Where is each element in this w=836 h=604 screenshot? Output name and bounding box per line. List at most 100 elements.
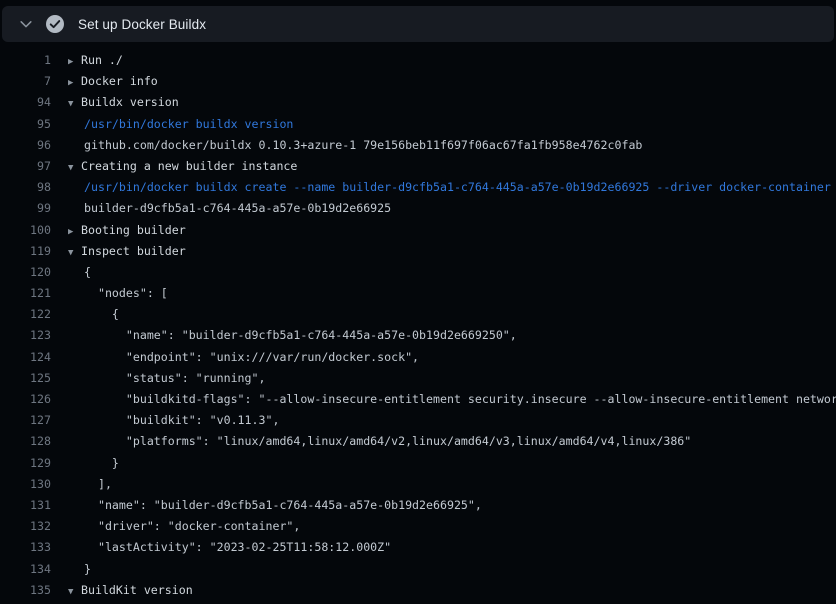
log-line: 95/usr/bin/docker buildx version: [0, 114, 836, 135]
log-line: 123 "name": "builder-d9cfb5a1-c764-445a-…: [0, 325, 836, 346]
line-number[interactable]: 135: [0, 580, 51, 601]
line-number[interactable]: 125: [0, 368, 51, 389]
log-line: 128 "platforms": "linux/amd64,linux/amd6…: [0, 431, 836, 452]
log-line-text: }: [84, 562, 91, 576]
line-number[interactable]: 98: [0, 177, 51, 198]
line-number[interactable]: 96: [0, 135, 51, 156]
log-line: 135 ▼BuildKit version: [0, 580, 836, 601]
log-line-text: "buildkit": "v0.11.3",: [84, 413, 279, 427]
line-number[interactable]: 131: [0, 495, 51, 516]
line-number[interactable]: 100: [0, 220, 51, 241]
log-line: 127 "buildkit": "v0.11.3",: [0, 410, 836, 431]
line-number[interactable]: 128: [0, 431, 51, 452]
log-line: 119 ▼Inspect builder: [0, 241, 836, 262]
log-line-text: /usr/bin/docker buildx version: [84, 117, 293, 131]
log-output-text: }: [84, 559, 91, 580]
log-group-toggle[interactable]: ▼Inspect builder: [68, 241, 186, 262]
log-output-text: ],: [84, 474, 112, 495]
log-line-text: BuildKit version: [81, 583, 193, 597]
log-line-text: "endpoint": "unix:///var/run/docker.sock…: [84, 350, 419, 364]
log-output-text: github.com/docker/buildx 0.10.3+azure-1 …: [84, 135, 642, 156]
line-number[interactable]: 132: [0, 516, 51, 537]
log-output-text: "endpoint": "unix:///var/run/docker.sock…: [84, 347, 419, 368]
log-command-text: /usr/bin/docker buildx create --name bui…: [84, 177, 831, 198]
log-line: 133 "lastActivity": "2023-02-25T11:58:12…: [0, 537, 836, 558]
line-number[interactable]: 129: [0, 453, 51, 474]
collapse-triangle-icon[interactable]: ▼: [68, 158, 81, 177]
collapse-triangle-icon[interactable]: ▼: [68, 582, 81, 601]
chevron-down-icon[interactable]: [18, 16, 34, 32]
log-line-text: {: [84, 265, 91, 279]
line-number[interactable]: 126: [0, 389, 51, 410]
log-line-text: Buildx version: [81, 95, 179, 109]
log-group-toggle[interactable]: ▶Booting builder: [68, 220, 186, 241]
log-line-text: "name": "builder-d9cfb5a1-c764-445a-a57e…: [84, 498, 482, 512]
line-number[interactable]: 133: [0, 537, 51, 558]
log-output-text: "driver": "docker-container",: [84, 516, 300, 537]
line-number[interactable]: 7: [0, 71, 51, 92]
expand-triangle-icon[interactable]: ▶: [68, 73, 81, 92]
expand-triangle-icon[interactable]: ▶: [68, 52, 81, 71]
log-output-text: "name": "builder-d9cfb5a1-c764-445a-a57e…: [84, 325, 517, 346]
log-output-text: "nodes": [: [84, 283, 168, 304]
log-output-text: {: [84, 262, 91, 283]
line-number[interactable]: 95: [0, 114, 51, 135]
log-output-text: "buildkitd-flags": "--allow-insecure-ent…: [84, 389, 836, 410]
log-output-text: "name": "builder-d9cfb5a1-c764-445a-a57e…: [84, 495, 482, 516]
line-number[interactable]: 94: [0, 92, 51, 113]
log-line-text: "lastActivity": "2023-02-25T11:58:12.000…: [84, 540, 391, 554]
log-output-text: "platforms": "linux/amd64,linux/amd64/v2…: [84, 431, 691, 452]
actions-log-viewer: Set up Docker Buildx 1▶Run ./7▶Docker in…: [0, 6, 836, 604]
log-line: 132 "driver": "docker-container",: [0, 516, 836, 537]
line-number[interactable]: 121: [0, 283, 51, 304]
log-line-text: ],: [84, 477, 112, 491]
log-line: 131 "name": "builder-d9cfb5a1-c764-445a-…: [0, 495, 836, 516]
log-line: 120 {: [0, 262, 836, 283]
line-number[interactable]: 130: [0, 474, 51, 495]
line-number[interactable]: 120: [0, 262, 51, 283]
log-line: 96 github.com/docker/buildx 0.10.3+azure-…: [0, 135, 836, 156]
log-output-text: builder-d9cfb5a1-c764-445a-a57e-0b19d2e6…: [84, 198, 391, 219]
log-group-toggle[interactable]: ▼Creating a new builder instance: [68, 156, 297, 177]
step-header[interactable]: Set up Docker Buildx: [2, 6, 834, 42]
collapse-triangle-icon[interactable]: ▼: [68, 94, 81, 113]
line-number[interactable]: 134: [0, 559, 51, 580]
log-line-text: {: [84, 307, 119, 321]
log-line-text: github.com/docker/buildx 0.10.3+azure-1 …: [84, 138, 642, 152]
line-number[interactable]: 123: [0, 325, 51, 346]
collapse-triangle-icon[interactable]: ▼: [68, 243, 81, 262]
log-line-text: Run ./: [81, 53, 123, 67]
line-number[interactable]: 127: [0, 410, 51, 431]
check-circle-icon: [46, 15, 64, 33]
line-number[interactable]: 119: [0, 241, 51, 262]
log-line: 7 ▶Docker info: [0, 71, 836, 92]
line-number[interactable]: 122: [0, 304, 51, 325]
log-group-toggle[interactable]: ▼BuildKit version: [68, 580, 193, 601]
expand-triangle-icon[interactable]: ▶: [68, 222, 81, 241]
log-output-text: "buildkit": "v0.11.3",: [84, 410, 279, 431]
log-line: 126 "buildkitd-flags": "--allow-insecure…: [0, 389, 836, 410]
log-line-text: "driver": "docker-container",: [84, 519, 300, 533]
log-line: 94 ▼Buildx version: [0, 92, 836, 113]
log-line-text: "buildkitd-flags": "--allow-insecure-ent…: [84, 392, 836, 406]
line-number[interactable]: 124: [0, 347, 51, 368]
log-line: 100 ▶Booting builder: [0, 220, 836, 241]
log-line: 124 "endpoint": "unix:///var/run/docker.…: [0, 347, 836, 368]
log-line: 122 {: [0, 304, 836, 325]
log-group-toggle[interactable]: ▶Docker info: [68, 71, 158, 92]
log-line-text: Docker info: [81, 74, 158, 88]
log-line: 125 "status": "running",: [0, 368, 836, 389]
log-line-text: /usr/bin/docker buildx create --name bui…: [84, 180, 831, 194]
log-line: 99 builder-d9cfb5a1-c764-445a-a57e-0b19d2…: [0, 198, 836, 219]
step-title: Set up Docker Buildx: [78, 17, 206, 32]
line-number[interactable]: 99: [0, 198, 51, 219]
log-group-toggle[interactable]: ▼Buildx version: [68, 92, 179, 113]
log-group-toggle[interactable]: ▶Run ./: [68, 50, 123, 71]
log-line: 1 ▶Run ./: [0, 50, 836, 71]
log-line: 97 ▼Creating a new builder instance: [0, 156, 836, 177]
log-line-text: "nodes": [: [84, 286, 168, 300]
line-number[interactable]: 97: [0, 156, 51, 177]
log-line: 134}: [0, 559, 836, 580]
log-output-text: }: [84, 453, 119, 474]
line-number[interactable]: 1: [0, 50, 51, 71]
